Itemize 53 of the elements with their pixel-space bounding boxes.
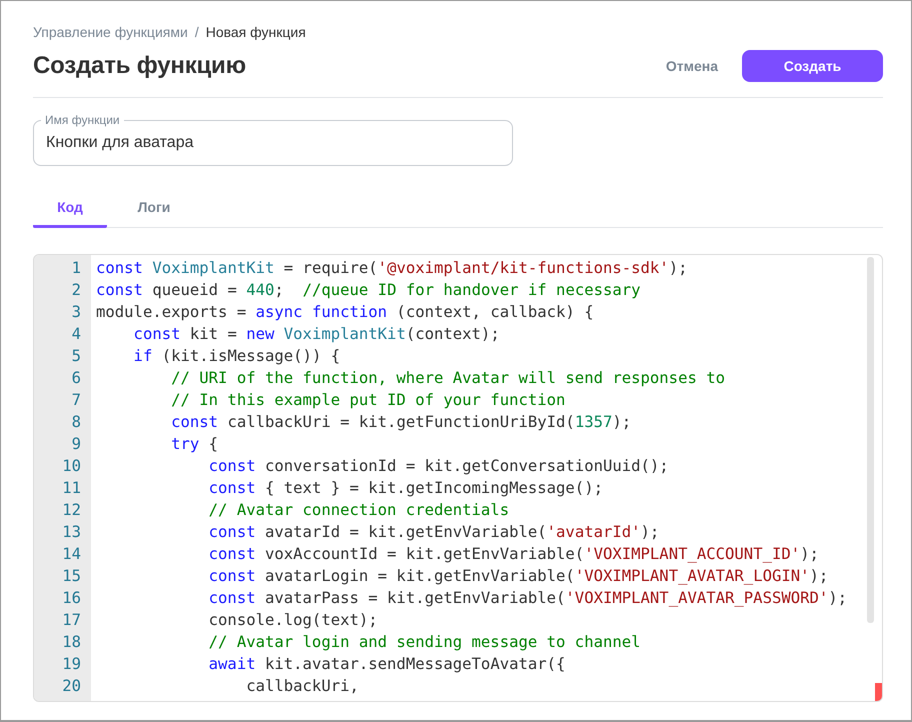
code-line: const queueid = 440; //queue ID for handover if necessary [96,280,641,301]
code-line: const avatarId = kit.getEnvVariable('avatarId'); [208,522,660,543]
line-number: 7 [70,390,82,411]
code-line: callbackUri, [245,676,359,697]
code-line: await kit.avatar.sendMessageToAvatar({ [208,654,566,675]
breadcrumb-link[interactable]: Управление функциями [33,24,188,40]
line-number: 18 [61,632,82,653]
code-line: // Avatar login and sending message to channel [208,632,641,653]
line-number: 13 [61,522,82,543]
line-number: 16 [61,588,82,609]
code-line: const callbackUri = kit.getFunctionUriById(1357); [170,412,632,433]
cancel-button[interactable]: Отмена [654,50,730,82]
code-line: module.exports = async function (context, callback) { [96,302,594,323]
code-editor[interactable] [33,254,883,702]
code-line: const conversationId = kit.getConversationUuid(); [208,456,669,477]
tab[interactable]: Код [33,197,107,228]
scrollbar[interactable] [867,257,874,623]
line-number: 3 [70,302,82,323]
code-line: const avatarLogin = kit.getEnvVariable('VOXIMPLANT_AVATAR_LOGIN'); [208,566,828,587]
create-button[interactable]: Создать [742,50,883,82]
error-marker [875,683,882,701]
line-number: 19 [61,654,82,675]
page-title: Создать функцию [33,52,247,80]
breadcrumb-current: Новая функция [206,24,306,40]
breadcrumb-separator: / [194,24,199,40]
line-number: 14 [61,544,82,565]
code-line: console.log(text); [208,610,378,631]
line-number: 8 [70,412,82,433]
code-line: const voxAccountId = kit.getEnvVariable('VOXIMPLANT_ACCOUNT_ID'); [208,544,819,565]
line-number: 2 [70,280,82,301]
text-input[interactable]: Кнопки для аватара [46,134,500,152]
code-line: const kit = new VoximplantKit(context); [132,324,500,345]
code-line: const VoximplantKit = require('@voximplant/kit-functions-sdk'); [96,258,688,279]
code-line: const { text } = kit.getIncomingMessage(); [208,478,603,499]
code-line: const avatarPass = kit.getEnvVariable('VOXIMPLANT_AVATAR_PASSWORD'); [208,588,848,609]
field-label: Имя функции [41,113,124,127]
tab[interactable]: Логи [117,197,191,228]
line-number: 10 [61,456,82,477]
line-number: 11 [61,478,82,499]
line-number: 4 [70,324,82,345]
line-number: 6 [70,368,82,389]
line-number: 9 [70,434,82,455]
code-line: // Avatar connection credentials [208,500,510,521]
line-number: 17 [61,610,82,631]
line-number: 12 [61,500,82,521]
line-number: 1 [70,258,82,279]
line-number: 5 [70,346,82,367]
code-line: // In this example put ID of your function [170,390,566,411]
line-number: 15 [61,566,82,587]
code-line: if (kit.isMessage()) { [132,346,340,367]
line-number: 20 [61,676,82,697]
code-line: // URI of the function, where Avatar will send responses to [170,368,726,389]
code-line: try { [170,434,218,455]
